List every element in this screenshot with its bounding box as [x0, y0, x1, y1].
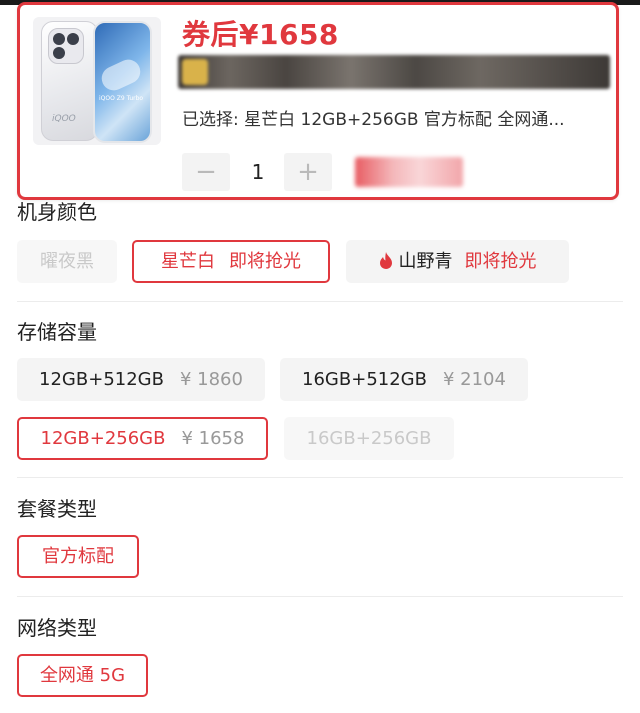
color-option-white[interactable]: 星芒白 即将抢光: [132, 240, 330, 283]
phone-front-image: iQOO Z9 Turbo: [93, 21, 152, 143]
divider: [17, 596, 623, 597]
option-label: 12GB+256GB: [40, 428, 166, 449]
color-option-black[interactable]: 曜夜黑: [17, 240, 117, 283]
product-thumbnail[interactable]: iQOO iQOO Z9 Turbo: [33, 17, 161, 145]
option-label: 曜夜黑: [40, 251, 94, 272]
quantity-increase-button[interactable]: +: [284, 153, 332, 191]
quantity-value[interactable]: 1: [236, 153, 280, 191]
option-label: 星芒白: [161, 251, 215, 272]
storage-option-12-256[interactable]: 12GB+256GB ¥ 1658: [17, 417, 268, 460]
blurred-limit-tag: [355, 157, 463, 187]
blurred-promo-banner: [178, 55, 610, 89]
flame-icon: [379, 252, 392, 269]
storage-option-16-512[interactable]: 16GB+512GB ¥ 2104: [280, 358, 528, 401]
option-label: 12GB+512GB: [39, 369, 164, 390]
option-label: 官方标配: [42, 546, 114, 567]
package-option-official[interactable]: 官方标配: [17, 535, 139, 578]
quantity-decrease-button[interactable]: −: [182, 153, 230, 191]
storage-option-12-512[interactable]: 12GB+512GB ¥ 1860: [17, 358, 265, 401]
storage-section-title: 存储容量: [17, 320, 97, 344]
divider: [17, 301, 623, 302]
network-section-title: 网络类型: [17, 616, 97, 640]
stock-note: 即将抢光: [464, 251, 537, 272]
product-summary-card: iQOO iQOO Z9 Turbo 券后¥1658 已选择: 星芒白 12GB…: [17, 2, 619, 200]
option-label: 16GB+512GB: [302, 369, 427, 390]
network-option-5g[interactable]: 全网通 5G: [17, 654, 148, 697]
color-section-title: 机身颜色: [17, 200, 97, 224]
camera-module-icon: [48, 28, 84, 64]
option-label: 16GB+256GB: [306, 428, 432, 449]
color-option-green[interactable]: 山野青 即将抢光: [346, 240, 569, 283]
option-price: ¥ 2104: [442, 369, 506, 390]
coupon-price: 券后¥1658: [182, 18, 339, 51]
phone-back-image: iQOO: [41, 21, 98, 141]
storage-option-16-256[interactable]: 16GB+256GB: [284, 417, 454, 460]
option-price: ¥ 1658: [181, 428, 245, 449]
screen-text: iQOO Z9 Turbo: [99, 95, 144, 102]
selected-spec-summary: 已选择: 星芒白 12GB+256GB 官方标配 全网通...: [182, 110, 565, 130]
phone-brand-text: iQOO: [52, 114, 76, 124]
package-section-title: 套餐类型: [17, 497, 97, 521]
option-label: 山野青: [398, 251, 453, 272]
stock-note: 即将抢光: [229, 251, 301, 272]
divider: [17, 477, 623, 478]
option-price: ¥ 1860: [179, 369, 243, 390]
option-label: 全网通 5G: [39, 665, 126, 686]
